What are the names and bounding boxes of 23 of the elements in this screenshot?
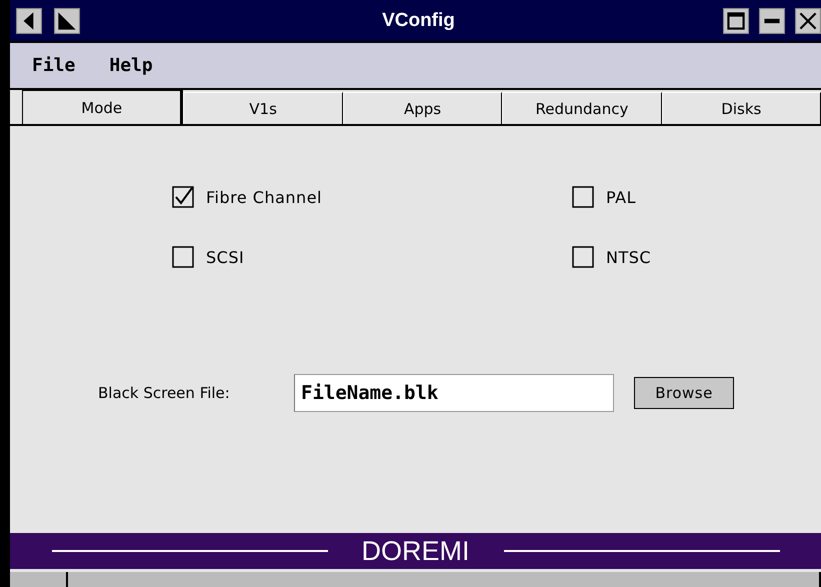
minimize-icon[interactable]: [759, 8, 785, 34]
checkbox[interactable]: [172, 246, 194, 268]
checkbox[interactable]: [172, 186, 194, 208]
maximize-icon[interactable]: [723, 8, 749, 34]
menu-item[interactable]: File: [32, 55, 76, 76]
checkbox-label: Fibre Channel: [206, 188, 322, 206]
checkbox-label: PAL: [606, 188, 636, 206]
file-name-field[interactable]: FileName.blk: [294, 374, 614, 412]
close-icon[interactable]: [795, 8, 821, 34]
field-label: Black Screen File:: [98, 384, 231, 402]
browse-button[interactable]: Browse: [634, 377, 734, 409]
tab[interactable]: Mode: [22, 90, 184, 124]
menu-item[interactable]: Help: [109, 55, 153, 76]
checkbox-label: NTSC: [606, 248, 652, 266]
tab[interactable]: Disks: [662, 92, 821, 124]
checkbox[interactable]: [572, 186, 594, 208]
tab[interactable]: Apps: [342, 92, 502, 124]
tab[interactable]: V1s: [183, 92, 343, 124]
checkbox-label: SCSI: [206, 248, 244, 266]
window-title: VConfig: [381, 10, 456, 32]
brand-name: DOREMI: [362, 538, 470, 564]
checkbox[interactable]: [572, 246, 594, 268]
tab[interactable]: Redundancy: [502, 92, 662, 124]
